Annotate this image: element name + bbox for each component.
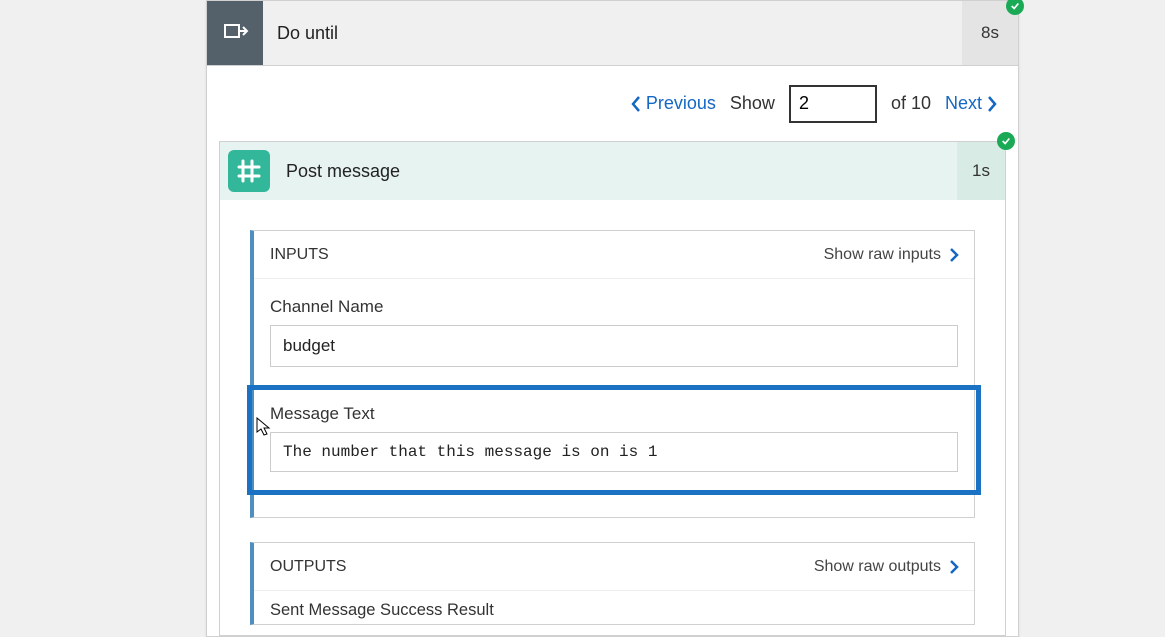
do-until-header[interactable]: Do until 8s — [207, 1, 1018, 66]
previous-label: Previous — [646, 93, 716, 114]
channel-name-field: Channel Name budget — [270, 297, 958, 367]
chevron-right-icon — [949, 559, 960, 575]
next-label: Next — [945, 93, 982, 114]
sent-message-result-label: Sent Message Success Result — [254, 591, 974, 624]
channel-name-value: budget — [270, 325, 958, 367]
show-raw-inputs-label: Show raw inputs — [824, 246, 941, 264]
chevron-right-icon — [986, 95, 998, 113]
post-message-duration: 1s — [957, 142, 1005, 200]
loop-icon — [207, 1, 263, 65]
show-raw-outputs-label: Show raw outputs — [814, 558, 941, 576]
previous-button[interactable]: Previous — [630, 93, 716, 114]
channel-name-label: Channel Name — [270, 297, 958, 317]
inputs-panel: INPUTS Show raw inputs Channel Name budg… — [250, 230, 975, 518]
success-check-icon — [997, 132, 1015, 150]
message-text-highlight: Message Text The number that this messag… — [247, 385, 981, 495]
iteration-input[interactable] — [789, 85, 877, 123]
slack-icon — [220, 142, 272, 200]
iteration-pager: Previous Show of 10 Next — [207, 66, 1018, 141]
do-until-title: Do until — [263, 1, 962, 65]
post-message-title: Post message — [272, 142, 957, 200]
outputs-heading: OUTPUTS — [270, 558, 346, 576]
message-text-label: Message Text — [270, 404, 958, 424]
chevron-right-icon — [949, 247, 960, 263]
message-text-value: The number that this message is on is 1 — [270, 432, 958, 472]
inputs-panel-header: INPUTS Show raw inputs — [254, 231, 974, 279]
outputs-panel: OUTPUTS Show raw outputs Sent Message Su… — [250, 542, 975, 625]
outputs-panel-header: OUTPUTS Show raw outputs — [254, 543, 974, 591]
of-total-label: of 10 — [891, 93, 931, 114]
chevron-left-icon — [630, 95, 642, 113]
do-until-card: Do until 8s Previous Show of 10 Next — [206, 0, 1019, 637]
show-label: Show — [730, 93, 775, 114]
inputs-heading: INPUTS — [270, 246, 329, 264]
post-message-card: Post message 1s INPUTS Show raw inputs C… — [219, 141, 1006, 636]
next-button[interactable]: Next — [945, 93, 998, 114]
show-raw-outputs-link[interactable]: Show raw outputs — [814, 558, 960, 576]
show-raw-inputs-link[interactable]: Show raw inputs — [824, 246, 960, 264]
success-check-icon — [1006, 0, 1024, 15]
post-message-header[interactable]: Post message 1s — [220, 142, 1005, 200]
